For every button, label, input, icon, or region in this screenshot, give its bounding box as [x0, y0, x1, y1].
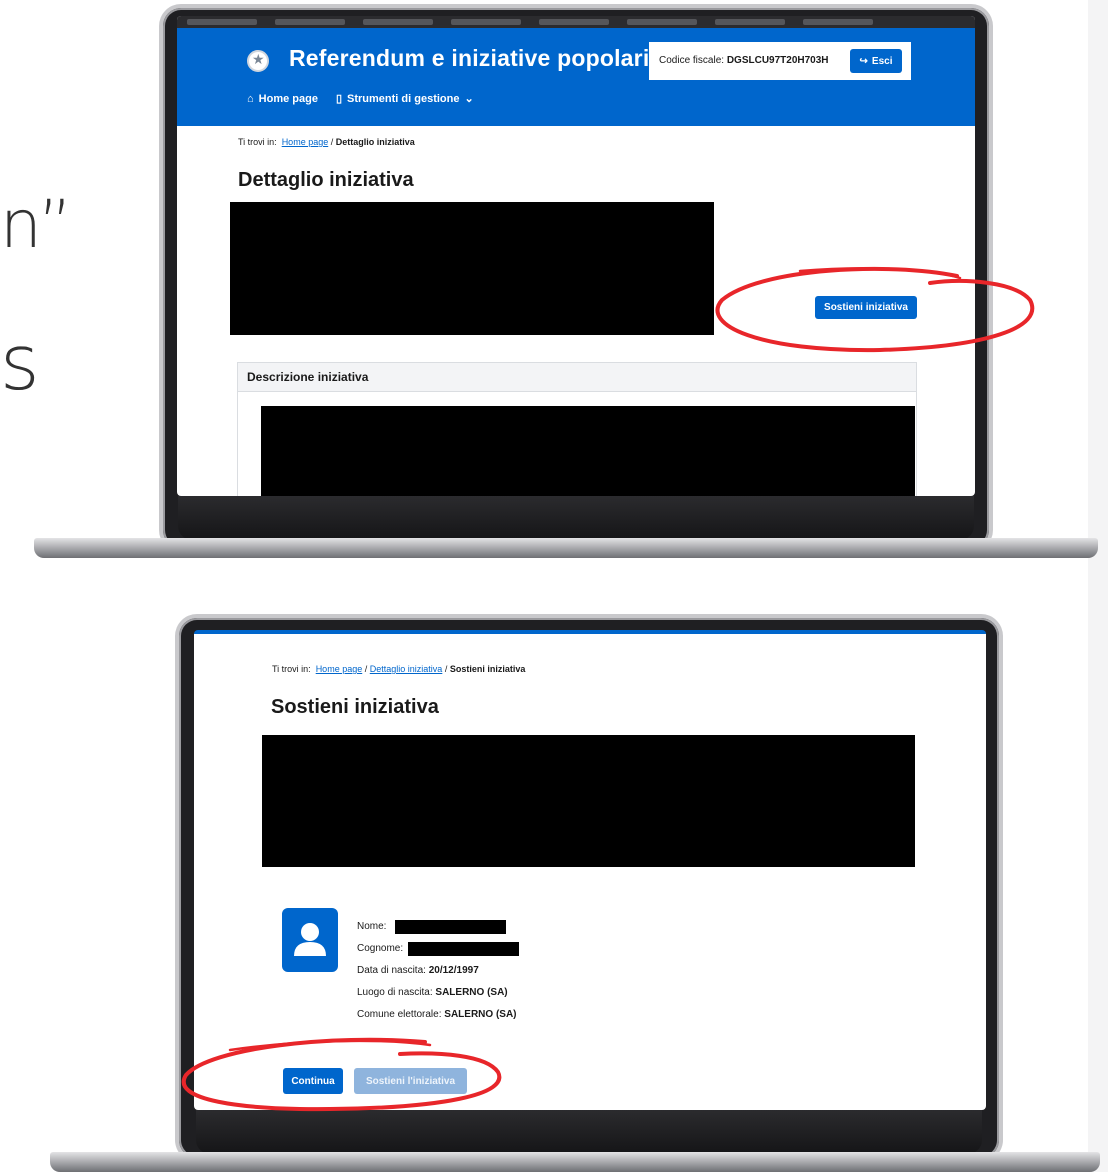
continue-button[interactable]: Continua — [283, 1068, 343, 1094]
page-title-2: Sostieni iniziativa — [271, 696, 439, 718]
nome-label: Nome: — [357, 921, 387, 932]
support-initiative-button[interactable]: Sostieni iniziativa — [815, 296, 917, 319]
emblem-icon — [247, 50, 269, 72]
breadcrumb-current-2: Sostieni iniziativa — [449, 664, 526, 674]
laptop-bottom-keyboard — [196, 1110, 982, 1154]
app-title[interactable]: Referendum e iniziative popolari — [289, 45, 649, 72]
comune-label: Comune elettorale: — [357, 1009, 442, 1020]
breadcrumb-separator: / — [330, 137, 334, 147]
breadcrumb-current: Dettaglio iniziativa — [335, 137, 415, 147]
redacted-cognome — [408, 942, 519, 956]
breadcrumb-home-link[interactable]: Home page — [282, 137, 329, 147]
app-header: Referendum e iniziative popolari Codice … — [177, 28, 975, 126]
nav-tools[interactable]: ▯ Strumenti di gestione ⌄ — [335, 92, 474, 106]
logout-button[interactable]: ↪ Esci — [850, 49, 902, 73]
mobile-icon: ▯ — [335, 93, 343, 105]
laptop-top-base — [34, 538, 1098, 558]
nav-tools-label: Strumenti di gestione — [347, 92, 460, 105]
comune-row: Comune elettorale: SALERNO (SA) — [357, 1009, 517, 1020]
luogo-row: Luogo di nascita: SALERNO (SA) — [357, 987, 508, 998]
home-icon: ⌂ — [247, 92, 254, 105]
redacted-block — [230, 202, 714, 335]
breadcrumb-detail-link[interactable]: Dettaglio iniziativa — [370, 664, 443, 674]
cognome-row: Cognome: — [357, 943, 403, 954]
codice-fiscale: Codice fiscale: DGSLCU97T20H703H — [659, 55, 829, 66]
contact-card-icon — [282, 908, 338, 972]
codice-fiscale-label: Codice fiscale: — [659, 55, 725, 66]
right-gutter — [1088, 0, 1108, 1172]
cognome-label: Cognome: — [357, 943, 404, 954]
codice-fiscale-value: DGSLCU97T20H703H — [726, 55, 829, 66]
nascita-value: 20/12/1997 — [428, 965, 479, 976]
left-text-fragment-quote: n” — [0, 186, 73, 263]
nascita-label: Data di nascita: — [357, 965, 426, 976]
laptop-bottom-base — [50, 1152, 1100, 1172]
redacted-description — [261, 406, 915, 496]
support-initiative-disabled-button: Sostieni l'iniziativa — [354, 1068, 467, 1094]
logout-icon: ↪ — [859, 55, 868, 67]
nav-home-label: Home page — [258, 92, 318, 105]
nome-row: Nome: — [357, 921, 386, 932]
left-text-fragment-s: s — [0, 318, 40, 407]
breadcrumb-separator-3: / — [444, 664, 448, 674]
codice-fiscale-box: Codice fiscale: DGSLCU97T20H703H ↪ Esci — [649, 42, 911, 80]
breadcrumb-home-link-2[interactable]: Home page — [316, 664, 363, 674]
redacted-block-2 — [262, 735, 915, 867]
comune-value: SALERNO (SA) — [444, 1009, 517, 1020]
nascita-row: Data di nascita: 20/12/1997 — [357, 965, 479, 976]
top-screen: Referendum e iniziative popolari Codice … — [177, 16, 975, 496]
browser-tab-strip[interactable] — [177, 16, 975, 28]
page-title: Dettaglio iniziativa — [238, 169, 414, 191]
logout-label: Esci — [871, 55, 893, 67]
breadcrumb: Ti trovi in: Home page / Dettaglio inizi… — [238, 137, 415, 147]
main-nav: ⌂ Home page ▯ Strumenti di gestione ⌄ — [247, 92, 474, 106]
redacted-nome — [395, 920, 506, 934]
nav-home[interactable]: ⌂ Home page — [247, 92, 318, 105]
breadcrumb-prefix: Ti trovi in: — [238, 137, 277, 147]
breadcrumb-separator-2: / — [364, 664, 368, 674]
luogo-value: SALERNO (SA) — [435, 987, 508, 998]
breadcrumb-2: Ti trovi in: Home page / Dettaglio inizi… — [272, 664, 525, 674]
laptop-top-keyboard — [178, 496, 974, 540]
breadcrumb-prefix-2: Ti trovi in: — [272, 664, 311, 674]
description-header: Descrizione iniziativa — [238, 363, 916, 392]
chevron-down-icon: ⌄ — [464, 93, 474, 105]
bottom-screen: Ti trovi in: Home page / Dettaglio inizi… — [194, 630, 986, 1110]
luogo-label: Luogo di nascita: — [357, 987, 433, 998]
